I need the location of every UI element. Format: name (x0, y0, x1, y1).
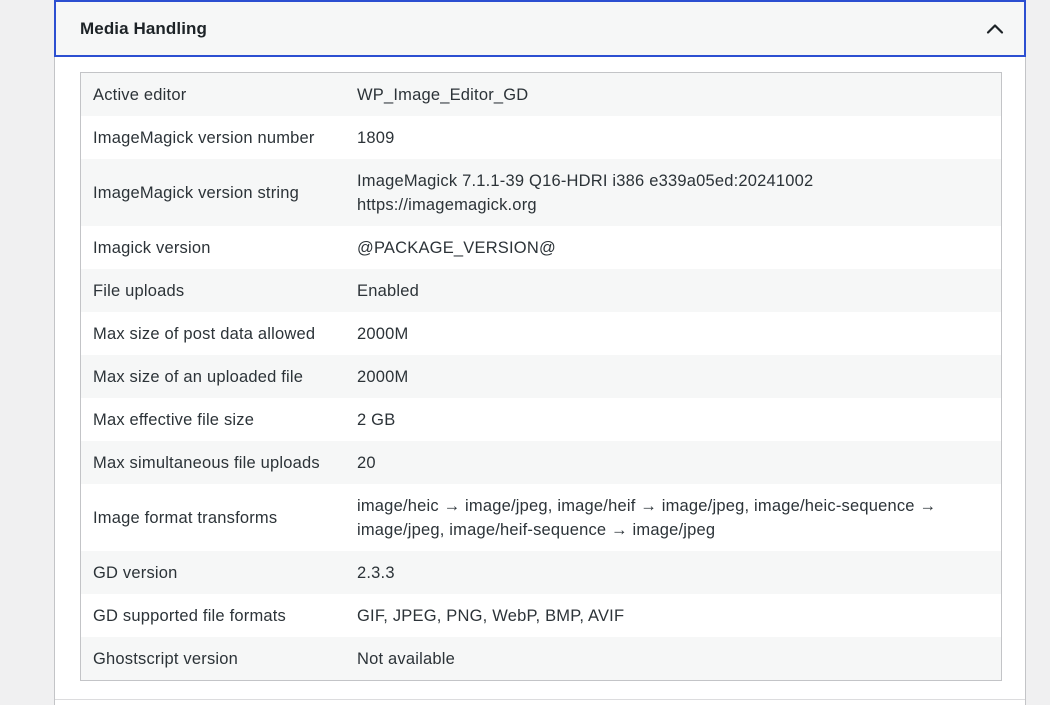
row-value-line: 20 (357, 453, 376, 472)
site-health-panel: Media Handling Active editor WP_Image_Edi… (54, 0, 1026, 705)
row-value: 2.3.3 (357, 551, 1001, 594)
row-value-line: 2000M (357, 367, 409, 386)
row-label: Max effective file size (93, 410, 255, 429)
row-value: 1809 (357, 116, 1001, 159)
table-row: Max simultaneous file uploads 20 (81, 441, 1001, 484)
row-label: ImageMagick version string (93, 183, 300, 202)
row-label: Max size of post data allowed (93, 324, 316, 343)
media-info-rows: Active editor WP_Image_Editor_GD ImageMagi… (81, 73, 1001, 680)
media-handling-accordion-toggle[interactable]: Media Handling (54, 0, 1026, 57)
accordion-title: Media Handling (80, 18, 208, 38)
row-value-line: 1809 (357, 128, 395, 147)
row-value-line: Not available (357, 649, 455, 668)
row-value: 2000M (357, 312, 1001, 355)
row-value-line: GIF, JPEG, PNG, WebP, BMP, AVIF (357, 606, 625, 625)
row-label: Max size of an uploaded file (93, 367, 304, 386)
row-value: GIF, JPEG, PNG, WebP, BMP, AVIF (357, 594, 1001, 637)
row-label: Ghostscript version (93, 649, 239, 668)
row-value: Enabled (357, 269, 1001, 312)
table-row: GD supported file formats GIF, JPEG, PNG,… (81, 594, 1001, 637)
row-value: ImageMagick 7.1.1-39 Q16-HDRI i386 e339a… (357, 159, 1001, 226)
table-row: Max size of an uploaded file 2000M (81, 355, 1001, 398)
row-value: 20 (357, 441, 1001, 484)
row-label: ImageMagick version number (93, 128, 315, 147)
row-value: @PACKAGE_VERSION@ (357, 226, 1001, 269)
row-value-line: https://imagemagick.org (357, 195, 537, 214)
table-row: Imagick version @PACKAGE_VERSION@ (81, 226, 1001, 269)
row-value: WP_Image_Editor_GD (357, 73, 1001, 116)
row-value-line: WP_Image_Editor_GD (357, 85, 529, 104)
row-value-line: 2 GB (357, 410, 396, 429)
row-value: Not available (357, 637, 1001, 680)
row-value: 2 GB (357, 398, 1001, 441)
table-row: Ghostscript version Not available (81, 637, 1001, 680)
row-value-line: ImageMagick 7.1.1-39 Q16-HDRI i386 e339a… (357, 171, 814, 190)
row-value-line: @PACKAGE_VERSION@ (357, 238, 556, 257)
row-value: 2000M (357, 355, 1001, 398)
table-row: Active editor WP_Image_Editor_GD (81, 73, 1001, 116)
row-label: Image format transforms (93, 508, 278, 527)
row-label: Max simultaneous file uploads (93, 453, 320, 472)
table-row: File uploads Enabled (81, 269, 1001, 312)
table-row: GD version 2.3.3 (81, 551, 1001, 594)
row-value-line: image/jpeg, image/heif-sequence → image/… (357, 520, 716, 539)
table-row: ImageMagick version string ImageMagick 7.… (81, 159, 1001, 226)
row-value-line: image/heic → image/jpeg, image/heif → im… (357, 496, 937, 515)
media-info-table: Active editor WP_Image_Editor_GD ImageMagi… (80, 72, 1002, 681)
row-label: GD supported file formats (93, 606, 286, 625)
row-value-line: 2000M (357, 324, 409, 343)
table-row: Max effective file size 2 GB (81, 398, 1001, 441)
table-row: Image format transforms image/heic → imag… (81, 484, 1001, 551)
row-label: Imagick version (93, 238, 211, 257)
row-value-line: Enabled (357, 281, 419, 300)
row-value: image/heic → image/jpeg, image/heif → im… (357, 484, 1001, 551)
table-row: Max size of post data allowed 2000M (81, 312, 1001, 355)
divider (55, 699, 1025, 700)
row-label: GD version (93, 563, 178, 582)
row-label: Active editor (93, 85, 187, 104)
row-label: File uploads (93, 281, 185, 300)
chevron-up-icon[interactable] (984, 18, 1006, 40)
row-value-line: 2.3.3 (357, 563, 395, 582)
table-row: ImageMagick version number 1809 (81, 116, 1001, 159)
